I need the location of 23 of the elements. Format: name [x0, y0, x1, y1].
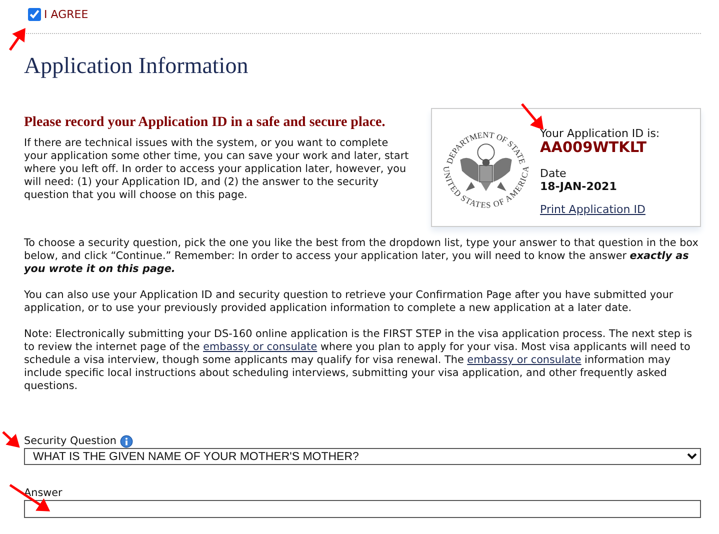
notice-title: Please record your Application ID in a safe and secure place. — [24, 114, 386, 131]
agree-label: I AGREE — [44, 8, 88, 21]
paragraph: If there are technical issues with the system, or you want to complete your application some other time, you can save your work and later, start where you left off. In order to access your application later, however, you will need: (1) your Application ID, and (2) the answer to the security question that you will choose on this page. — [24, 137, 409, 202]
application-id-label: Your Application ID is: — [540, 127, 660, 140]
date-value: 18-JAN-2021 — [540, 180, 618, 193]
date-label: Date — [540, 167, 568, 180]
paragraph: Note: Electronically submitting your DS-160 online application is the FIRST STEP in the visa application process. The next step is to review the internet page of the embassy or consulate where you plan to apply for your visa. Most visa applicants will need to schedule a visa interview, though some applicants may qualify for visa renewal. The embassy or consulate information may include specific local instructions about scheduling interviews, submitting your visa application, and other frequently asked questions. — [24, 328, 694, 393]
annotation-arrow — [8, 28, 26, 51]
print-application-id-link[interactable]: Print Application ID — [540, 203, 646, 216]
info-icon[interactable] — [120, 435, 134, 448]
security-question-label: Security Question — [24, 435, 116, 448]
annotation-arrow — [2, 431, 20, 448]
embassy-link[interactable]: embassy or consulate — [467, 354, 582, 366]
agree-checkbox[interactable] — [28, 8, 41, 21]
answer-label: Answer — [24, 487, 64, 500]
embassy-link[interactable]: embassy or consulate — [203, 341, 318, 353]
paragraph: You can also use your Application ID and security question to retrieve your Confirmation Page after you have submitted your application, or to use your previously provided application information to complete a new application at a later date. — [24, 289, 674, 315]
paragraph: To choose a security question, pick the one you like the best from the dropdown list, type your answer to that question in the box below, and click “Continue.” Remember: In order to access your application later, you will need to know the answer exactly as you wrote it on this page. — [24, 237, 700, 276]
answer-field[interactable] — [24, 500, 701, 518]
page-heading: Application Information — [24, 52, 250, 80]
security-question-dropdown[interactable]: WHAT IS THE GIVEN NAME OF YOUR MOTHER'S MOTHER? — [24, 448, 701, 465]
annotation-arrow — [521, 103, 544, 130]
application-id: AA009WTKLT — [540, 140, 648, 157]
